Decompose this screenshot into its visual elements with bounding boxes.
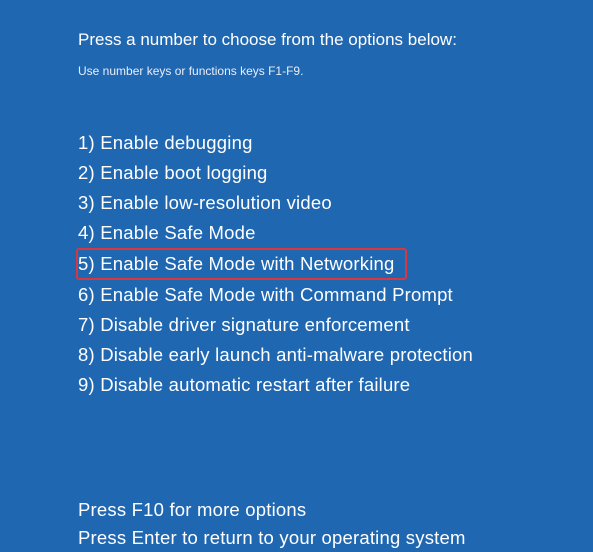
option-8-disable-early-launch-anti-malware-protection[interactable]: 8) Disable early launch anti-malware pro… bbox=[78, 340, 593, 370]
option-9-disable-automatic-restart-after-failure[interactable]: 9) Disable automatic restart after failu… bbox=[78, 370, 593, 400]
instruction-heading: Press a number to choose from the option… bbox=[78, 30, 593, 50]
option-1-enable-debugging[interactable]: 1) Enable debugging bbox=[78, 128, 593, 158]
option-5-enable-safe-mode-with-networking[interactable]: 5) Enable Safe Mode with Networking bbox=[76, 248, 407, 280]
option-2-enable-boot-logging[interactable]: 2) Enable boot logging bbox=[78, 158, 593, 188]
footer-return-os: Press Enter to return to your operating … bbox=[78, 524, 593, 552]
option-3-enable-low-resolution-video[interactable]: 3) Enable low-resolution video bbox=[78, 188, 593, 218]
option-7-disable-driver-signature-enforcement[interactable]: 7) Disable driver signature enforcement bbox=[78, 310, 593, 340]
option-4-enable-safe-mode[interactable]: 4) Enable Safe Mode bbox=[78, 218, 593, 248]
instruction-subheading: Use number keys or functions keys F1-F9. bbox=[78, 64, 593, 78]
footer-instructions: Press F10 for more options Press Enter t… bbox=[78, 496, 593, 552]
option-6-enable-safe-mode-with-command-prompt[interactable]: 6) Enable Safe Mode with Command Prompt bbox=[78, 280, 593, 310]
startup-options-list: 1) Enable debugging 2) Enable boot loggi… bbox=[78, 128, 593, 400]
footer-more-options: Press F10 for more options bbox=[78, 496, 593, 524]
